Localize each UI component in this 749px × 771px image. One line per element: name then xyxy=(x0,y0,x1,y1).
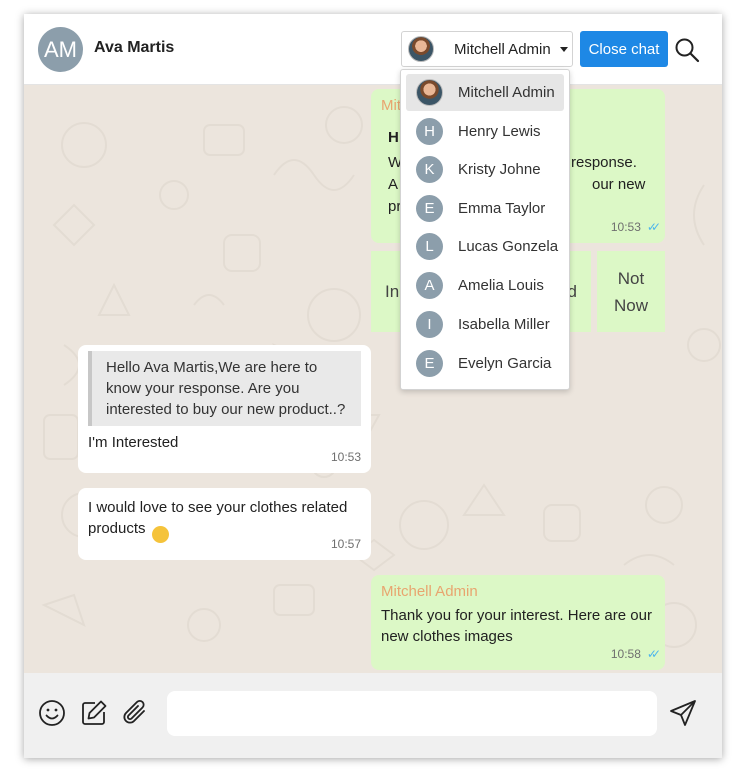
incoming-message: I would love to see your clothes related… xyxy=(78,488,371,560)
agent-photo xyxy=(408,36,434,62)
agent-initial-avatar: I xyxy=(416,311,443,338)
message-title: H xyxy=(388,129,399,146)
agent-option-name: Lucas Gonzela xyxy=(458,238,559,255)
read-ticks-icon: ✓✓ xyxy=(646,220,661,234)
quick-reply-label-fragment: In xyxy=(385,282,400,301)
agent-initial-avatar: L xyxy=(416,233,443,260)
send-icon[interactable] xyxy=(668,698,698,728)
quoted-message: Hello Ava Martis,We are here to know you… xyxy=(88,351,361,426)
contact-avatar: AM xyxy=(38,27,83,72)
agent-option-name: Isabella Miller xyxy=(458,316,550,333)
agent-option[interactable]: E Evelyn Garcia xyxy=(406,345,564,382)
message-time: 10:53 xyxy=(610,220,641,234)
agent-option[interactable]: H Henry Lewis xyxy=(406,113,564,150)
agent-initial-avatar: E xyxy=(416,195,443,222)
message-text-fragment: our new xyxy=(592,176,646,193)
agent-option-name: Henry Lewis xyxy=(458,123,541,140)
contact-name: Ava Martis xyxy=(94,39,175,56)
message-sender: Mitchell Admin xyxy=(381,583,478,600)
agent-option-name: Mitchell Admin xyxy=(458,84,555,101)
message-time: 10:53 xyxy=(330,450,361,464)
message-time-row: 10:57 xyxy=(331,534,361,555)
quick-reply-not-now-button[interactable]: Not Now xyxy=(597,251,665,332)
message-time-row: 10:53 xyxy=(331,447,361,468)
emoji-icon[interactable] xyxy=(37,698,67,728)
agent-initial-avatar: E xyxy=(416,350,443,377)
agent-select[interactable]: Mitchell Admin xyxy=(401,31,573,67)
agent-option[interactable]: I Isabella Miller xyxy=(406,306,564,343)
message-time-row: 10:58 ✓✓ xyxy=(610,644,661,665)
message-time: 10:57 xyxy=(330,537,361,551)
agent-initial-avatar: K xyxy=(416,156,443,183)
agent-select-label: Mitchell Admin xyxy=(454,40,551,58)
agent-option-name: Emma Taylor xyxy=(458,200,546,217)
chat-footer xyxy=(24,673,722,758)
close-chat-button[interactable]: Close chat xyxy=(580,31,668,67)
agent-option-name: Kristy Johne xyxy=(458,161,541,178)
agent-option[interactable]: E Emma Taylor xyxy=(406,190,564,227)
agent-option-name: Evelyn Garcia xyxy=(458,355,552,372)
agent-photo xyxy=(416,79,443,106)
agent-initial-avatar: A xyxy=(416,272,443,299)
chat-area[interactable]: Mit H W A pr response. our new 10:53 ✓✓ … xyxy=(24,85,722,673)
message-time-row: 10:53 ✓✓ xyxy=(610,217,661,238)
chat-window: AM Ava Martis Mitchell Admin Close chat xyxy=(24,14,722,758)
message-text: I'm Interested xyxy=(88,434,179,451)
message-text-fragment: response. xyxy=(571,154,637,171)
message-text-fragment: A xyxy=(388,176,399,193)
message-time: 10:58 xyxy=(610,647,641,661)
template-edit-icon[interactable] xyxy=(79,698,109,728)
agent-initial-avatar: H xyxy=(416,118,443,145)
message-input[interactable] xyxy=(167,691,657,736)
message-text: Thank you for your interest. Here are ou… xyxy=(381,607,652,645)
outgoing-message: Mitchell Admin Thank you for your intere… xyxy=(371,575,665,670)
paperclip-icon[interactable] xyxy=(120,698,150,728)
agent-option-name: Amelia Louis xyxy=(458,277,544,294)
chat-header: AM Ava Martis Mitchell Admin Close chat xyxy=(24,14,722,85)
agent-option[interactable]: A Amelia Louis xyxy=(406,267,564,304)
quick-reply-label: Not Now xyxy=(613,268,648,315)
agent-dropdown-menu: Mitchell Admin H Henry Lewis K Kristy Jo… xyxy=(400,69,570,390)
smiley-emoji: 🙂 xyxy=(151,526,169,543)
incoming-message: Hello Ava Martis,We are here to know you… xyxy=(78,345,371,473)
message-sender: Mit xyxy=(381,97,401,114)
agent-option[interactable]: L Lucas Gonzela xyxy=(406,228,564,265)
agent-option[interactable]: Mitchell Admin xyxy=(406,74,564,111)
read-ticks-icon: ✓✓ xyxy=(646,647,661,661)
agent-option[interactable]: K Kristy Johne xyxy=(406,151,564,188)
caret-down-icon xyxy=(559,46,568,52)
message-text: I would love to see your clothes related… xyxy=(88,499,348,537)
search-icon[interactable] xyxy=(673,36,701,64)
